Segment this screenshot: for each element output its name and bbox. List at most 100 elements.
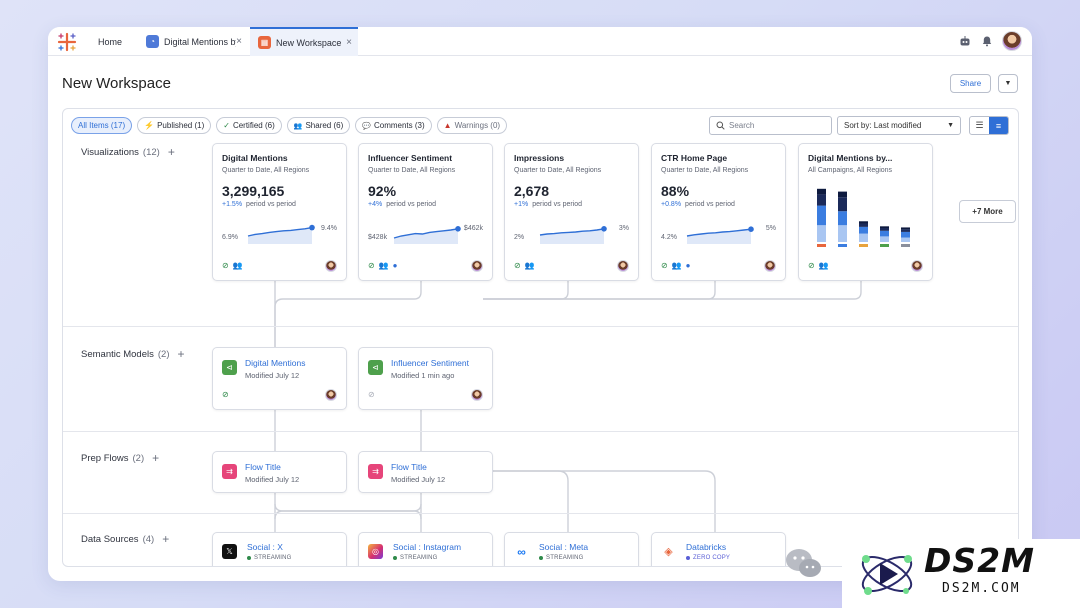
bell-icon[interactable] xyxy=(980,34,994,48)
status-dot xyxy=(247,556,251,560)
add-prep-flow-button[interactable]: + xyxy=(152,451,159,465)
data-source-social-instagram[interactable]: ◎ Social : Instagram STREAMING xyxy=(358,532,493,566)
viz-card-digital-mentions[interactable]: Digital Mentions Quarter to Date, All Re… xyxy=(212,143,347,281)
node-subtitle: Modified 1 min ago xyxy=(391,371,455,380)
viz-delta: +1.5% period vs period xyxy=(222,201,337,208)
viz-delta: +0.8% period vs period xyxy=(661,201,776,208)
filter-warnings[interactable]: ▲ Warnings (0) xyxy=(436,117,508,134)
row-divider xyxy=(63,431,1018,432)
add-visualization-button[interactable]: + xyxy=(168,145,175,159)
chip-label: Certified (6) xyxy=(232,121,275,130)
bar-segment xyxy=(817,194,826,206)
section-count: (4) xyxy=(142,533,155,545)
workspace-icon: ▦ xyxy=(258,36,271,49)
user-avatar[interactable] xyxy=(1002,31,1022,51)
viz-card-impressions[interactable]: Impressions Quarter to Date, All Regions… xyxy=(504,143,639,281)
sparkline xyxy=(247,224,315,244)
ds2m-logo-icon xyxy=(861,555,913,595)
data-source-social-x[interactable]: 𝕏 Social : X STREAMING xyxy=(212,532,347,566)
stacked-bar-chart xyxy=(817,188,910,247)
bar-segment xyxy=(817,205,826,226)
node-subtitle: Modified July 12 xyxy=(391,475,446,484)
data-source-title[interactable]: Social : X xyxy=(247,542,291,552)
add-data-source-button[interactable]: + xyxy=(162,532,169,546)
data-source-title[interactable]: Databricks xyxy=(686,542,730,552)
agent-icon[interactable] xyxy=(958,34,972,48)
filter-all-items[interactable]: All Items (17) xyxy=(71,117,133,134)
viz-card-ctr-home-page[interactable]: CTR Home Page Quarter to Date, All Regio… xyxy=(651,143,786,281)
owner-avatar xyxy=(471,389,483,401)
node-title[interactable]: Digital Mentions xyxy=(245,358,305,368)
filter-shared[interactable]: 👥 Shared (6) xyxy=(286,117,351,134)
close-icon[interactable]: × xyxy=(346,37,352,48)
section-title: Visualizations xyxy=(81,146,139,158)
shared-users-icon: 👥 xyxy=(671,261,682,270)
check-icon: ✓ xyxy=(223,121,230,130)
tab-digital-mentions[interactable]: ◔ Digital Mentions by × xyxy=(144,27,248,56)
bar-segment xyxy=(880,230,889,237)
semantic-model-digital-mentions[interactable]: ⊲ Digital Mentions Modified July 12 ⊘ xyxy=(212,347,347,410)
add-semantic-model-button[interactable]: + xyxy=(178,347,185,361)
workspace-canvas: All Items (17) ⚡ Published (1) ✓ Certified… xyxy=(62,108,1019,567)
sparkline-end-point xyxy=(309,224,315,231)
show-more-button[interactable]: +7 More xyxy=(959,200,1016,223)
node-title[interactable]: Flow Title xyxy=(245,462,299,472)
owner-avatar xyxy=(764,260,776,272)
top-bar: Home ◔ Digital Mentions by × ▦ New Works… xyxy=(48,27,1032,56)
viz-card-influencer-sentiment[interactable]: Influencer Sentiment Quarter to Date, Al… xyxy=(358,143,493,281)
certified-check-icon: ⊘ xyxy=(222,390,229,399)
section-semantic-models: Semantic Models (2) + xyxy=(81,347,185,361)
comment-icon: 💬 xyxy=(362,122,371,130)
node-title[interactable]: Flow Title xyxy=(391,462,445,472)
owner-avatar xyxy=(325,260,337,272)
node-footer: ⊘ xyxy=(222,389,337,401)
data-source-databricks[interactable]: ◈ Databricks ZERO COPY xyxy=(651,532,786,566)
filter-comments[interactable]: 💬 Comments (3) xyxy=(355,117,432,134)
viz-subtitle: Quarter to Date, All Regions xyxy=(368,167,456,174)
chip-label: Comments (3) xyxy=(373,121,425,130)
filter-published[interactable]: ⚡ Published (1) xyxy=(137,117,212,134)
tableau-logo-icon[interactable] xyxy=(56,31,78,53)
status-dot xyxy=(539,556,543,560)
filter-certified[interactable]: ✓ Certified (6) xyxy=(216,117,282,134)
share-button[interactable]: Share xyxy=(950,74,991,93)
bar-category-marker xyxy=(817,244,826,247)
viz-title: CTR Home Page xyxy=(661,153,728,163)
data-source-title[interactable]: Social : Meta xyxy=(539,542,588,552)
prep-flow-1[interactable]: ⇉ Flow Title Modified July 12 xyxy=(212,451,347,493)
status-dot xyxy=(393,556,397,560)
status-label: STREAMING xyxy=(546,555,584,561)
close-icon[interactable]: × xyxy=(236,36,242,47)
semantic-model-influencer-sentiment[interactable]: ⊲ Influencer Sentiment Modified 1 min ag… xyxy=(358,347,493,410)
bar-segment xyxy=(859,223,868,227)
delta-label: period vs period xyxy=(685,201,735,208)
viz-title: Impressions xyxy=(514,153,565,163)
certified-check-icon: ⊘ xyxy=(222,261,229,270)
viz-card-digital-mentions-by[interactable]: Digital Mentions by... All Campaigns, Al… xyxy=(798,143,933,281)
node-title[interactable]: Influencer Sentiment xyxy=(391,358,469,368)
viz-title: Digital Mentions by... xyxy=(808,153,893,163)
bar-category-marker xyxy=(880,244,889,247)
section-data-sources: Data Sources (4) + xyxy=(81,532,169,546)
viz-subtitle: Quarter to Date, All Regions xyxy=(514,167,602,174)
bar-segment xyxy=(901,229,910,232)
list-view-icon[interactable]: ☰ xyxy=(970,117,989,134)
section-title: Data Sources xyxy=(81,533,139,545)
tab-new-workspace[interactable]: ▦ New Workspace × xyxy=(250,27,358,56)
node-subtitle: Modified July 12 xyxy=(245,371,300,380)
certified-check-icon: ⊘ xyxy=(661,261,668,270)
data-source-social-meta[interactable]: ∞ Social : Meta STREAMING xyxy=(504,532,639,566)
more-options-button[interactable]: ▼ xyxy=(998,74,1018,93)
sparkline-area xyxy=(248,227,312,244)
tab-home[interactable]: Home xyxy=(98,27,122,56)
prep-flow-2[interactable]: ⇉ Flow Title Modified July 12 xyxy=(358,451,493,493)
lineage-view-icon[interactable]: ≡ xyxy=(989,117,1008,134)
data-source-title[interactable]: Social : Instagram xyxy=(393,542,461,552)
sparkline-end-point xyxy=(748,226,754,232)
search-icon xyxy=(716,121,725,130)
sparkline-end-point xyxy=(601,226,607,232)
viz-value: 3,299,165 xyxy=(222,183,285,199)
sort-dropdown[interactable]: Sort by: Last modified ▼ xyxy=(837,116,961,135)
search-input[interactable]: Search xyxy=(709,116,832,135)
sparkline-area xyxy=(687,229,751,244)
